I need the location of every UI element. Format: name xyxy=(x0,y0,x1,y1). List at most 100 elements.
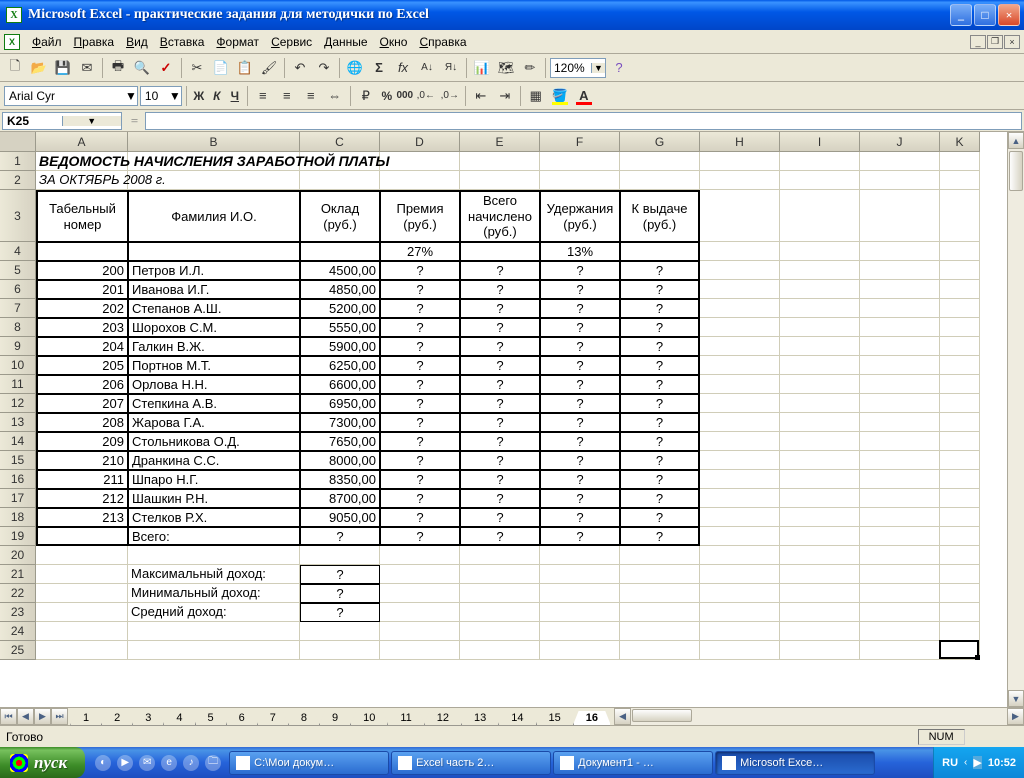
cell[interactable] xyxy=(780,356,860,375)
row-header-13[interactable]: 13 xyxy=(0,413,36,432)
menu-Справка[interactable]: Справка xyxy=(413,33,472,51)
cell[interactable] xyxy=(780,432,860,451)
merge-icon[interactable]: ⇔ xyxy=(324,85,346,107)
cell[interactable] xyxy=(540,565,620,584)
cell[interactable] xyxy=(860,318,940,337)
cell[interactable] xyxy=(780,451,860,470)
cell[interactable]: 4500,00 xyxy=(300,261,380,280)
cell[interactable] xyxy=(780,508,860,527)
cell[interactable]: ? xyxy=(540,451,620,470)
cell[interactable] xyxy=(700,622,780,641)
align-center-icon[interactable]: ≡ xyxy=(276,85,298,107)
cell[interactable]: Орлова Н.Н. xyxy=(128,375,300,394)
cell[interactable]: ? xyxy=(380,451,460,470)
cell[interactable]: ? xyxy=(620,489,700,508)
column-header-D[interactable]: D xyxy=(380,132,460,152)
cell[interactable] xyxy=(860,242,940,261)
cell[interactable] xyxy=(860,508,940,527)
tray-icon[interactable]: ▶ xyxy=(973,756,981,769)
row-header-2[interactable]: 2 xyxy=(0,171,36,190)
cell[interactable]: ? xyxy=(540,280,620,299)
cell[interactable] xyxy=(940,356,980,375)
cell[interactable] xyxy=(780,337,860,356)
cell[interactable] xyxy=(300,641,380,660)
menu-Сервис[interactable]: Сервис xyxy=(265,33,318,51)
cell[interactable] xyxy=(700,508,780,527)
cell[interactable]: Всего начислено (руб.) xyxy=(460,190,540,242)
cell[interactable]: ЗА ОКТЯБРЬ 2008 г. xyxy=(36,171,700,190)
map-icon[interactable]: 🗺 xyxy=(495,57,517,79)
chevron-down-icon[interactable]: ▼ xyxy=(591,63,605,73)
cell[interactable] xyxy=(780,489,860,508)
cell[interactable]: ? xyxy=(620,280,700,299)
tray-icon[interactable]: ◐ xyxy=(95,755,111,771)
cell[interactable]: 7650,00 xyxy=(300,432,380,451)
cell[interactable] xyxy=(620,584,700,603)
cell[interactable] xyxy=(780,171,860,190)
chevron-down-icon[interactable]: ▼ xyxy=(125,89,137,103)
copy-icon[interactable]: 📄 xyxy=(210,57,232,79)
tray-icon[interactable]: ✉ xyxy=(139,755,155,771)
cell[interactable] xyxy=(300,242,380,261)
format-painter-icon[interactable]: 🖌 xyxy=(258,57,280,79)
cell[interactable]: 208 xyxy=(36,413,128,432)
cell[interactable] xyxy=(780,375,860,394)
spellcheck-icon[interactable]: ✓ xyxy=(155,57,177,79)
cell[interactable] xyxy=(860,527,940,546)
new-icon[interactable]: 🗋 xyxy=(4,57,26,79)
row-header-19[interactable]: 19 xyxy=(0,527,36,546)
cell[interactable] xyxy=(620,242,700,261)
name-box[interactable]: K25 ▼ xyxy=(2,112,122,130)
sheet-tab-3[interactable]: 3 xyxy=(132,711,164,726)
function-icon[interactable]: fx xyxy=(392,57,414,79)
cell[interactable]: ? xyxy=(540,318,620,337)
cell[interactable] xyxy=(700,280,780,299)
cell[interactable]: ? xyxy=(540,413,620,432)
cell[interactable]: ? xyxy=(620,432,700,451)
cell[interactable] xyxy=(700,489,780,508)
sheet-tab-2[interactable]: 2 xyxy=(101,711,133,726)
cell[interactable]: Дранкина С.С. xyxy=(128,451,300,470)
cell[interactable]: ? xyxy=(460,356,540,375)
fontsize-input[interactable] xyxy=(141,89,169,103)
cell[interactable]: ? xyxy=(380,527,460,546)
chevron-down-icon[interactable]: ▼ xyxy=(169,89,181,103)
column-header-H[interactable]: H xyxy=(700,132,780,152)
cell[interactable]: Степанов А.Ш. xyxy=(128,299,300,318)
cell[interactable]: ? xyxy=(380,299,460,318)
taskbar-item[interactable]: Excel часть 2… xyxy=(391,751,551,775)
font-color-icon[interactable]: А xyxy=(573,85,595,107)
cell[interactable] xyxy=(940,171,980,190)
tray-chevron-icon[interactable]: ‹ xyxy=(964,757,967,768)
cell[interactable] xyxy=(860,432,940,451)
cell[interactable] xyxy=(860,152,940,171)
cell[interactable] xyxy=(700,375,780,394)
cell[interactable]: 213 xyxy=(36,508,128,527)
cell[interactable]: ? xyxy=(300,603,380,622)
sheet-tab-6[interactable]: 6 xyxy=(226,711,258,726)
cell[interactable]: 5550,00 xyxy=(300,318,380,337)
menu-Правка[interactable]: Правка xyxy=(68,33,121,51)
cell[interactable]: ? xyxy=(300,527,380,546)
cell[interactable]: ? xyxy=(380,356,460,375)
cell[interactable] xyxy=(780,527,860,546)
cell[interactable] xyxy=(860,337,940,356)
cell[interactable]: ? xyxy=(620,318,700,337)
cell[interactable] xyxy=(36,565,128,584)
bold-button[interactable]: Ж xyxy=(191,85,207,107)
cell[interactable]: 13% xyxy=(540,242,620,261)
cell[interactable] xyxy=(460,622,540,641)
drawing-icon[interactable]: ✏ xyxy=(519,57,541,79)
cell[interactable] xyxy=(780,261,860,280)
cell[interactable] xyxy=(700,641,780,660)
cell[interactable] xyxy=(860,413,940,432)
cell[interactable] xyxy=(620,565,700,584)
cell[interactable] xyxy=(700,432,780,451)
column-header-A[interactable]: A xyxy=(36,132,128,152)
cell[interactable] xyxy=(780,280,860,299)
cut-icon[interactable]: ✂ xyxy=(186,57,208,79)
sort-desc-icon[interactable]: Я↓ xyxy=(440,57,462,79)
cell[interactable] xyxy=(940,603,980,622)
doc-restore-button[interactable]: ❐ xyxy=(987,35,1003,49)
start-button[interactable]: пуск xyxy=(0,747,85,778)
